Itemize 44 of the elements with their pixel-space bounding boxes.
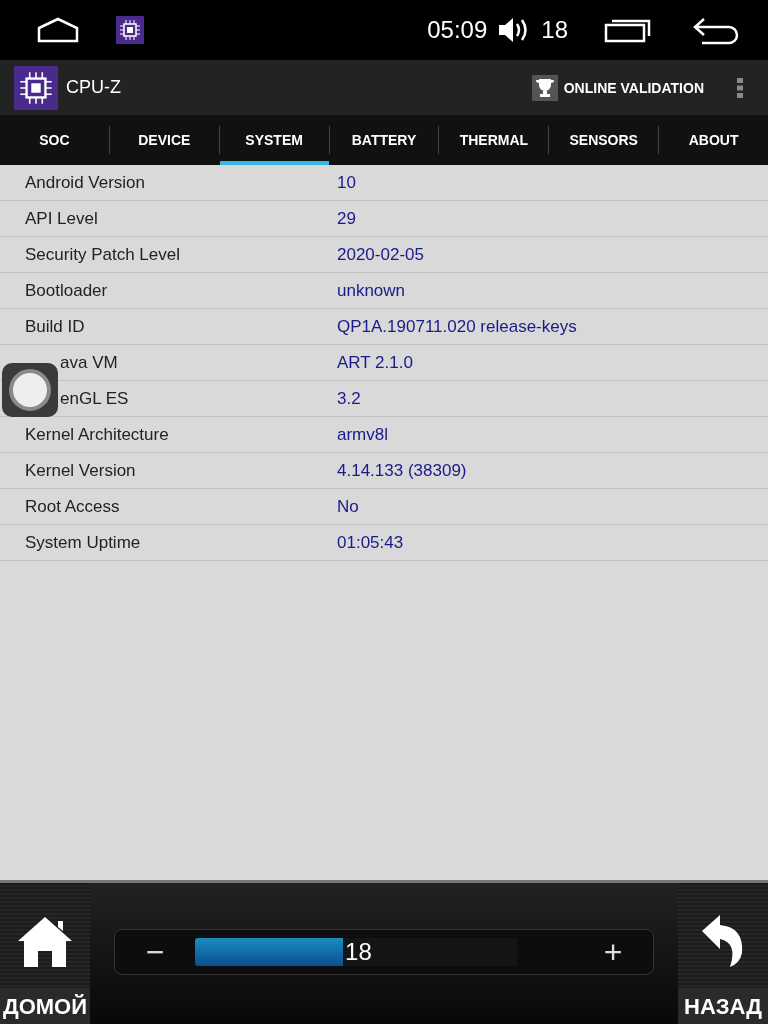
chip-icon — [116, 16, 144, 44]
property-value: No — [337, 496, 359, 517]
back-label[interactable]: НАЗАД — [678, 988, 768, 1024]
property-label: Kernel Version — [24, 460, 137, 481]
volume-down-button[interactable]: − — [135, 932, 175, 972]
property-value: QP1A.190711.020 release-keys — [337, 316, 577, 337]
property-label: Root Access — [24, 496, 121, 517]
property-label: Kernel Architecture — [24, 424, 170, 445]
volume-up-button[interactable]: + — [593, 932, 633, 972]
volume-text: 18 — [541, 16, 568, 44]
tab[interactable]: THERMAL — [439, 115, 549, 165]
property-label: Android Version — [24, 172, 147, 193]
home-icon[interactable] — [36, 16, 80, 44]
property-label: API Level — [24, 208, 99, 229]
more-options-icon[interactable] — [736, 76, 744, 99]
property-value: 10 — [337, 172, 356, 193]
property-value: 4.14.133 (38309) — [337, 460, 467, 481]
floating-assist-button[interactable] — [2, 363, 58, 417]
tab[interactable]: BATTERY — [329, 115, 439, 165]
property-label: ava VM — [59, 352, 119, 373]
home-label[interactable]: ДОМОЙ — [0, 988, 90, 1024]
chip-icon — [14, 65, 58, 110]
property-label: System Uptime — [24, 532, 142, 553]
property-value: 3.2 — [337, 388, 361, 409]
online-validation-button[interactable]: ONLINE VALIDATION — [563, 79, 730, 96]
property-value: 01:05:43 — [337, 532, 404, 553]
volume-reading: 18 — [345, 938, 372, 966]
property-value: ART 2.1.0 — [337, 352, 413, 373]
property-label: Bootloader — [24, 280, 109, 301]
tab[interactable]: DEVICE — [109, 115, 219, 165]
tab[interactable]: ABOUT — [659, 115, 768, 165]
tab[interactable]: SOC — [0, 115, 109, 165]
property-value: 2020-02-05 — [337, 244, 424, 265]
tab[interactable]: SENSORS — [549, 115, 659, 165]
property-value: 29 — [337, 208, 356, 229]
app-title: CPU-Z — [66, 77, 121, 98]
property-label: Security Patch Level — [24, 244, 181, 265]
clock-text: 05:09 — [427, 16, 488, 44]
back-icon[interactable] — [692, 15, 740, 45]
trophy-icon[interactable] — [531, 74, 558, 101]
property-value: unknown — [337, 280, 406, 301]
property-label: enGL ES — [59, 388, 130, 409]
property-label: Build ID — [24, 316, 86, 337]
property-value: armv8l — [337, 424, 388, 445]
